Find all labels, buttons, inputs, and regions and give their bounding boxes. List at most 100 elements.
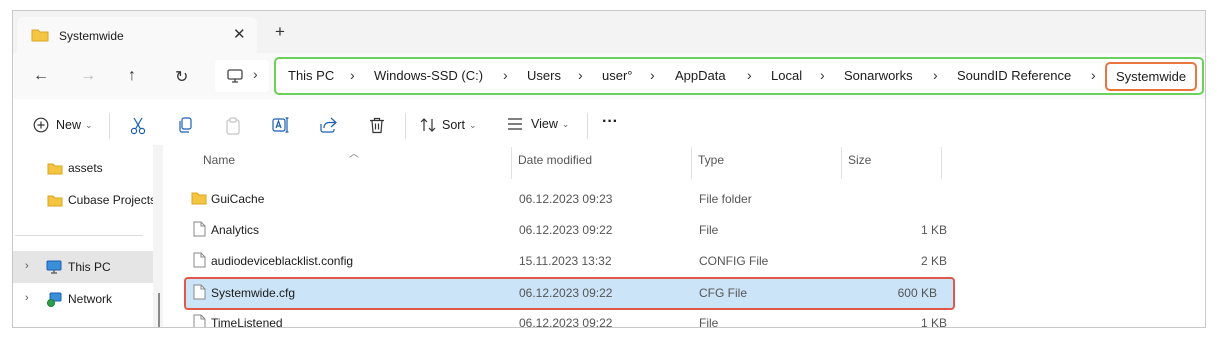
file-size: 1 KB	[920, 223, 947, 237]
folder-icon	[191, 192, 207, 205]
nav-item-label: assets	[68, 161, 103, 175]
view-button[interactable]: View ⌄	[507, 117, 569, 131]
breadcrumb-separator-icon[interactable]: ›	[1091, 67, 1096, 83]
back-arrow-icon[interactable]: ←	[33, 67, 49, 85]
tab-title: Systemwide	[59, 29, 124, 43]
breadcrumb-separator-icon[interactable]: ›	[650, 67, 655, 83]
file-date: 06.12.2023 09:22	[519, 223, 613, 237]
column-header-size[interactable]: Size	[848, 153, 871, 167]
tab-systemwide[interactable]: Systemwide ✕	[17, 17, 257, 53]
address-bar[interactable]: This PC › Windows-SSD (C:) › Users › use…	[274, 57, 1204, 95]
divider	[109, 113, 110, 139]
folder-icon	[31, 28, 49, 45]
sort-button[interactable]: Sort ⌄	[420, 117, 476, 133]
column-header-type[interactable]: Type	[698, 153, 724, 167]
breadcrumb-local[interactable]: Local	[771, 68, 802, 83]
file-type: CFG File	[699, 286, 747, 300]
file-row-timelistened[interactable]: TimeListened 06.12.2023 09:22 File 1 KB	[185, 308, 953, 328]
file-date: 06.12.2023 09:23	[519, 192, 613, 206]
column-divider[interactable]	[511, 147, 512, 179]
divider	[405, 113, 406, 139]
breadcrumb-sonarworks[interactable]: Sonarworks	[844, 68, 913, 83]
file-date: 15.11.2023 13:32	[519, 254, 612, 268]
breadcrumb-users[interactable]: Users	[527, 68, 561, 83]
rename-icon	[272, 117, 289, 133]
breadcrumb-separator-icon[interactable]: ›	[578, 67, 583, 83]
rename-button[interactable]	[272, 117, 290, 133]
navigation-pane: assets Cubase Projects › This PC › Netwo…	[13, 151, 163, 327]
breadcrumb-this-pc[interactable]: This PC	[288, 68, 334, 83]
file-size: 1 KB	[920, 316, 947, 328]
chevron-down-icon: ⌄	[561, 118, 570, 129]
breadcrumb-systemwide[interactable]: Systemwide	[1105, 62, 1198, 91]
scrollbar-thumb[interactable]	[158, 293, 160, 327]
file-name: GuiCache	[211, 192, 265, 206]
column-divider[interactable]	[691, 147, 692, 179]
file-row-audiodeviceblacklist[interactable]: audiodeviceblacklist.config 15.11.2023 1…	[185, 246, 953, 277]
breadcrumb-separator-icon[interactable]: ›	[350, 67, 355, 83]
explorer-window: Systemwide ✕ + ← → ↑ ↻ › This PC › Windo…	[12, 10, 1206, 328]
sort-ascending-icon: ︿	[349, 149, 359, 160]
nav-item-cubase-projects[interactable]: Cubase Projects	[13, 185, 156, 215]
chevron-down-icon: ⌄	[468, 119, 477, 130]
copy-button[interactable]	[177, 117, 193, 133]
folder-icon	[47, 163, 63, 175]
column-divider[interactable]	[841, 147, 842, 179]
breadcrumb-separator-icon[interactable]: ›	[503, 67, 508, 83]
copy-icon	[179, 117, 192, 133]
file-date: 06.12.2023 09:22	[519, 316, 613, 328]
share-button[interactable]	[320, 117, 337, 133]
file-row-systemwide-cfg[interactable]: Systemwide.cfg 06.12.2023 09:22 CFG File…	[184, 277, 955, 310]
column-header-date-modified[interactable]: Date modified	[518, 153, 592, 167]
file-date: 06.12.2023 09:22	[519, 286, 613, 300]
chevron-right-icon[interactable]: ›	[25, 260, 29, 272]
breadcrumb-user[interactable]: user°	[602, 68, 633, 83]
cut-button[interactable]	[130, 117, 146, 135]
monitor-icon	[227, 69, 243, 83]
file-icon	[193, 284, 206, 300]
paste-button[interactable]	[225, 117, 241, 135]
close-tab-icon[interactable]: ✕	[233, 25, 246, 43]
column-divider[interactable]	[941, 147, 942, 179]
navigation-scrollbar[interactable]	[153, 145, 163, 327]
network-icon	[47, 292, 62, 307]
up-arrow-icon[interactable]: ↑	[128, 67, 136, 85]
nav-item-this-pc[interactable]: › This PC	[13, 251, 153, 283]
navigation-bar: ← → ↑ ↻ › This PC › Windows-SSD (C:) › U…	[13, 53, 1205, 99]
breadcrumb-separator-icon[interactable]: ›	[820, 67, 825, 83]
breadcrumb-separator-icon[interactable]: ›	[747, 67, 752, 83]
scissors-icon	[130, 117, 146, 135]
file-icon	[193, 314, 206, 327]
breadcrumb-windows-ssd[interactable]: Windows-SSD (C:)	[374, 68, 483, 83]
column-header-name[interactable]: Name	[203, 153, 235, 167]
tab-bar: Systemwide ✕ +	[13, 11, 1205, 53]
breadcrumb-separator-icon[interactable]: ›	[933, 67, 938, 83]
breadcrumb-soundid-reference[interactable]: SoundID Reference	[957, 68, 1071, 83]
file-name: audiodeviceblacklist.config	[211, 254, 354, 268]
location-root-button[interactable]: ›	[215, 60, 269, 92]
new-button[interactable]: New ⌄	[33, 117, 93, 133]
view-label: View	[531, 117, 558, 131]
divider	[15, 235, 143, 236]
nav-item-network[interactable]: › Network	[13, 283, 153, 315]
folder-icon	[47, 195, 63, 207]
nav-item-label: Network	[68, 292, 113, 306]
computer-icon	[46, 260, 62, 274]
nav-item-assets[interactable]: assets	[13, 153, 153, 183]
file-size: 2 KB	[920, 254, 947, 268]
refresh-icon[interactable]: ↻	[175, 67, 188, 87]
forward-arrow-icon[interactable]: →	[80, 67, 96, 85]
new-tab-button[interactable]: +	[275, 22, 285, 42]
file-row-guicache[interactable]: GuiCache 06.12.2023 09:23 File folder	[185, 184, 953, 215]
file-row-analytics[interactable]: Analytics 06.12.2023 09:22 File 1 KB	[185, 215, 953, 246]
file-type: File	[699, 223, 719, 237]
breadcrumb-appdata[interactable]: AppData	[675, 68, 726, 83]
file-type: File folder	[699, 192, 752, 206]
clipboard-icon	[226, 117, 240, 135]
more-options-icon[interactable]: ···	[602, 113, 618, 131]
share-icon	[320, 117, 337, 133]
delete-button[interactable]	[369, 117, 385, 134]
chevron-right-icon[interactable]: ›	[25, 292, 29, 304]
chevron-right-icon: ›	[253, 66, 258, 82]
file-icon	[193, 221, 206, 237]
